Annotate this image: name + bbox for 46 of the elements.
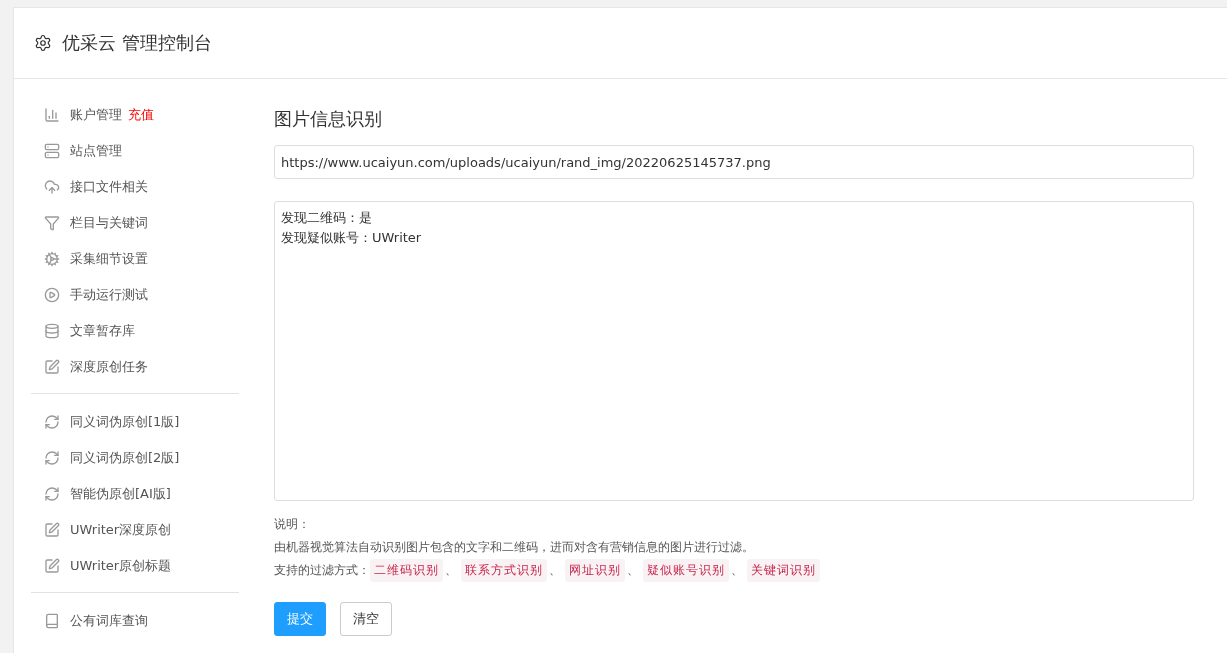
server-icon	[44, 143, 60, 159]
filter-tag: 关键词识别	[747, 559, 820, 582]
note-label: 说明：	[274, 516, 310, 533]
note-text: 由机器视觉算法自动识别图片包含的文字和二维码，进而对含有营销信息的图片进行过滤。	[274, 539, 754, 556]
edit-icon	[44, 522, 60, 538]
url-field[interactable]: https://www.ucaiyun.com/uploads/ucaiyun/rand_img/20220625145737.png	[274, 145, 1194, 179]
filter-icon	[44, 215, 60, 231]
sidebar-item[interactable]: UWriter深度原创	[31, 512, 239, 548]
edit-icon	[44, 558, 60, 574]
sidebar-item[interactable]: 账户管理 充值	[31, 97, 239, 133]
separator: 、	[731, 562, 743, 579]
filter-tag: 疑似账号识别	[643, 559, 729, 582]
filter-tag: 联系方式识别	[461, 559, 547, 582]
gear-icon	[44, 251, 60, 267]
refresh-icon	[44, 486, 60, 502]
sidebar-item[interactable]: 采集细节设置	[31, 241, 239, 277]
console-title: 优采云 管理控制台	[62, 31, 212, 55]
refresh-icon	[44, 450, 60, 466]
sidebar-item[interactable]: 站点管理	[31, 133, 239, 169]
sidebar-item[interactable]: 接口文件相关	[31, 169, 239, 205]
clear-button[interactable]: 清空	[340, 602, 392, 636]
separator: 、	[627, 562, 639, 579]
filter-tag: 网址识别	[565, 559, 625, 582]
filter-tag: 二维码识别	[370, 559, 443, 582]
result-field[interactable]: 发现二维码：是 发现疑似账号：UWriter	[274, 201, 1194, 501]
sidebar-item[interactable]: UWriter原创标题	[31, 548, 239, 584]
sidebar-item[interactable]: 手动运行测试	[31, 277, 239, 313]
sidebar-item[interactable]: 文章暂存库	[31, 313, 239, 349]
sidebar-item[interactable]: 深度原创任务	[31, 349, 239, 385]
edit-icon	[44, 359, 60, 375]
sidebar-item[interactable]: 公有词库查询	[31, 603, 239, 639]
sidebar-item[interactable]: 同义词伪原创[2版]	[31, 440, 239, 476]
bar-chart-icon	[44, 107, 60, 123]
book-icon	[44, 613, 60, 629]
sidebar-item[interactable]: 智能伪原创[AI版]	[31, 476, 239, 512]
sidebar-item[interactable]: 同义词伪原创[1版]	[31, 404, 239, 440]
play-icon	[44, 287, 60, 303]
database-icon	[44, 323, 60, 339]
separator: 、	[445, 562, 457, 579]
separator: 、	[549, 562, 561, 579]
filters-label: 支持的过滤方式：	[274, 562, 370, 579]
refresh-icon	[44, 414, 60, 430]
page-title: 图片信息识别	[274, 107, 383, 131]
cloud-upload-icon	[44, 179, 60, 195]
sidebar-item[interactable]: 栏目与关键词	[31, 205, 239, 241]
settings-icon	[34, 34, 52, 52]
